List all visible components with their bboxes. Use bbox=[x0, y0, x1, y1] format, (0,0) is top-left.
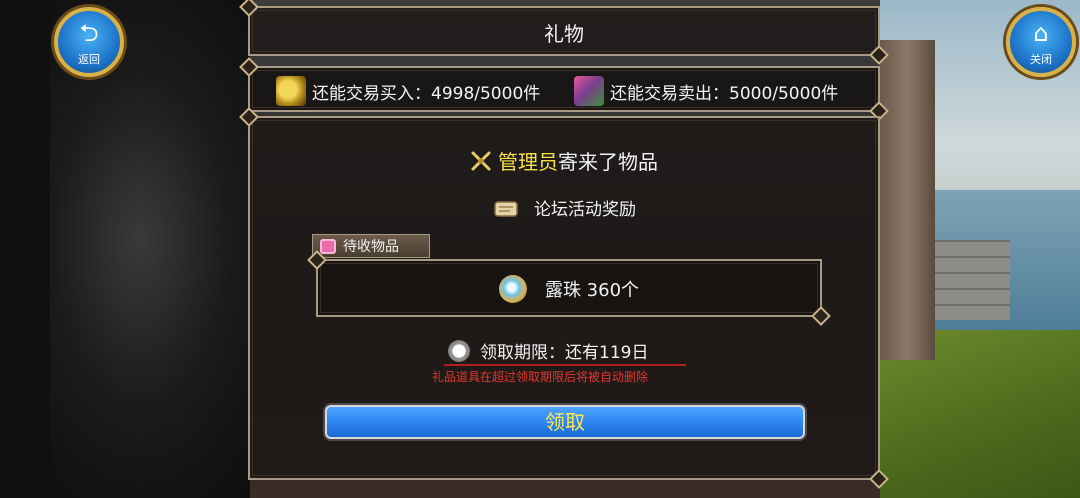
treasure-chest-icon bbox=[276, 76, 306, 106]
dew-orb-icon bbox=[498, 275, 527, 303]
scroll-icon bbox=[494, 201, 518, 217]
gift-icon bbox=[320, 239, 336, 254]
mail-subject-line: 论坛活动奖励 bbox=[250, 195, 878, 220]
close-button[interactable]: ⌂ 关闭 bbox=[1006, 7, 1076, 77]
shop-stall-icon bbox=[574, 76, 604, 106]
mail-subject: 论坛活动奖励 bbox=[534, 200, 636, 220]
sender-line: 管理员寄来了物品 bbox=[250, 146, 878, 175]
claim-button[interactable]: 领取 bbox=[325, 405, 805, 439]
claim-deadline-text: 领取期限：还有119日 bbox=[480, 343, 649, 363]
background-pillar bbox=[880, 40, 935, 360]
home-icon: ⌂ bbox=[1033, 19, 1049, 47]
stopwatch-icon bbox=[448, 340, 470, 362]
trade-sell-label: 还能交易卖出：5000/5000件 bbox=[610, 83, 839, 104]
screen-left-band bbox=[0, 0, 50, 498]
pending-items-label: 待收物品 bbox=[343, 239, 399, 255]
trade-sell-info: 还能交易卖出：5000/5000件 bbox=[574, 76, 838, 106]
back-arrow-icon: ⮌ bbox=[79, 19, 99, 47]
sender-name: 管理员 bbox=[498, 150, 558, 174]
claim-deadline: 领取期限：还有119日 bbox=[444, 338, 686, 366]
sender-suffix: 寄来了物品 bbox=[558, 150, 658, 174]
title-bar: 礼物 bbox=[248, 6, 880, 56]
expiry-warning: 礼品道具在超过领取期限后将被自动删除 bbox=[431, 370, 648, 384]
pending-items-tab: 待收物品 bbox=[312, 234, 430, 258]
back-button[interactable]: ⮌ 返回 bbox=[54, 7, 124, 77]
back-button-label: 返回 bbox=[78, 53, 100, 66]
trade-buy-info: 还能交易买入：4998/5000件 bbox=[276, 76, 540, 106]
window-title: 礼物 bbox=[544, 22, 584, 46]
trade-buy-label: 还能交易买入：4998/5000件 bbox=[312, 83, 541, 104]
reward-item-box: 露珠 360个 bbox=[316, 259, 822, 317]
reward-item-text: 露珠 360个 bbox=[544, 280, 640, 301]
close-button-label: 关闭 bbox=[1030, 53, 1052, 66]
trade-limit-bar: 还能交易买入：4998/5000件 还能交易卖出：5000/5000件 bbox=[248, 66, 880, 112]
reward-item: 露珠 360个 bbox=[318, 275, 820, 303]
crossed-swords-icon bbox=[471, 151, 491, 171]
